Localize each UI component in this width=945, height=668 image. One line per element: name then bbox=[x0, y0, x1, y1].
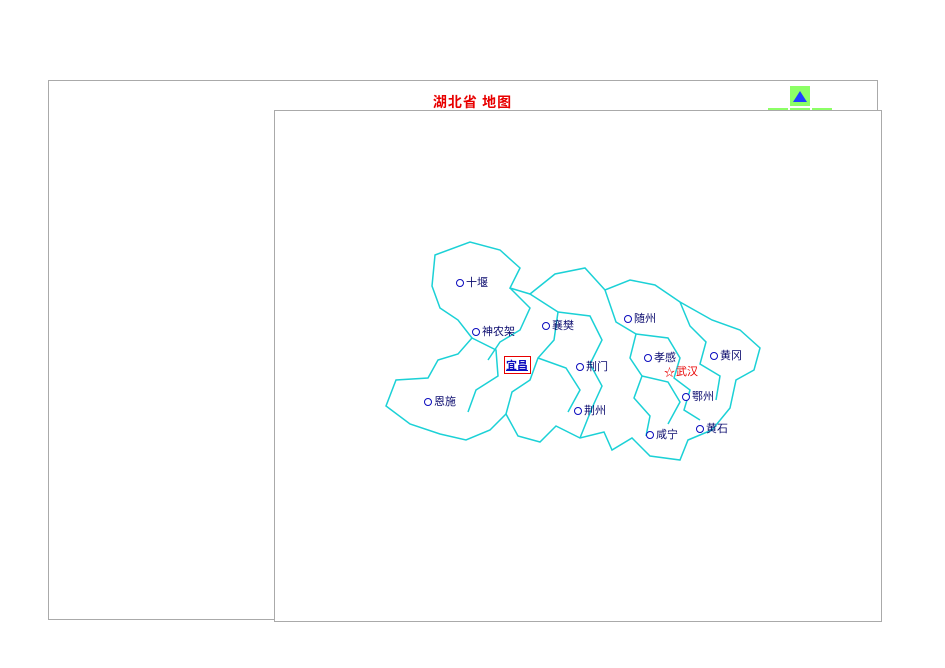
region-border bbox=[506, 294, 558, 414]
arrow-up-icon[interactable] bbox=[790, 86, 810, 106]
region-border bbox=[538, 358, 580, 412]
map-svg bbox=[380, 230, 860, 510]
region-border bbox=[642, 376, 680, 424]
region-border bbox=[558, 312, 602, 438]
region-border bbox=[468, 338, 498, 412]
map-canvas: 十堰神农架襄樊随州宜昌荆门孝感黄冈☆武汉恩施荆州鄂州黄石咸宁 bbox=[380, 230, 860, 510]
region-border bbox=[680, 302, 720, 400]
region-border bbox=[605, 290, 650, 436]
